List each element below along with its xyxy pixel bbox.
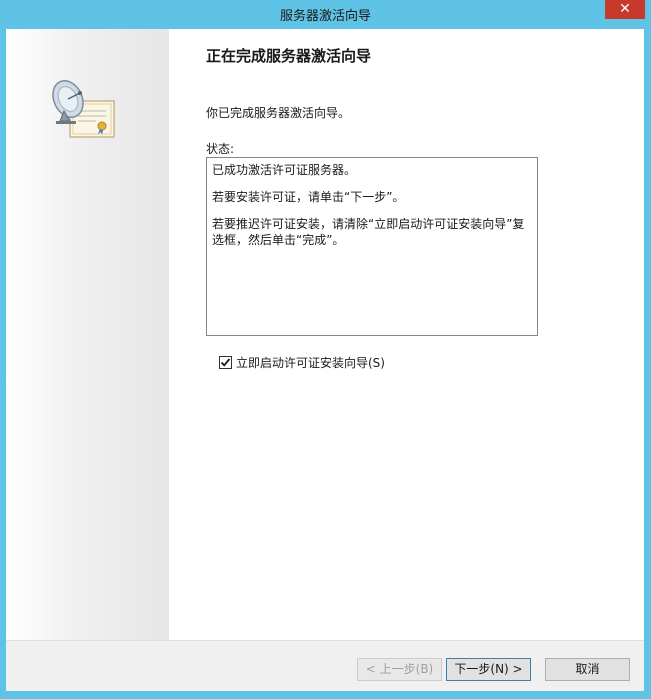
next-button[interactable]: 下一步(N) > (446, 658, 531, 681)
status-line: 若要安装许可证，请单击“下一步”。 (212, 190, 405, 204)
close-button[interactable]: ✕ (605, 0, 645, 19)
content-panel: 正在完成服务器激活向导 你已完成服务器激活向导。 状态: 已成功激活许可证服务器… (169, 29, 644, 640)
button-bar: < 上一步(B) 下一步(N) > 取消 (6, 640, 644, 691)
title-bar[interactable]: 服务器激活向导 ✕ (0, 0, 651, 28)
status-label: 状态: (206, 142, 235, 156)
page-title: 正在完成服务器激活向导 (206, 47, 372, 65)
launch-install-wizard-checkbox[interactable] (219, 355, 232, 369)
status-line: 若要推迟许可证安装，请清除“立即启动许可证安装向导”复选框，然后单击“完成”。 (212, 217, 525, 247)
status-textbox[interactable]: 已成功激活许可证服务器。 若要安装许可证，请单击“下一步”。 若要推迟许可证安装… (206, 157, 538, 336)
checkmark-icon (220, 357, 231, 367)
launch-install-wizard-label[interactable]: 立即启动许可证安装向导(S) (236, 354, 385, 371)
side-panel (6, 29, 169, 640)
status-line: 已成功激活许可证服务器。 (212, 163, 357, 177)
intro-text: 你已完成服务器激活向导。 (206, 106, 351, 120)
wizard-window: 服务器激活向导 ✕ 正在完成服务器激活向导 你已完成服务器激活向导。 状态: 已… (0, 0, 651, 699)
window-title: 服务器激活向导 (279, 9, 371, 24)
back-button[interactable]: < 上一步(B) (357, 658, 442, 681)
close-icon: ✕ (619, 1, 631, 17)
satellite-dish-certificate-icon (52, 80, 115, 138)
wizard-client-area: 正在完成服务器激活向导 你已完成服务器激活向导。 状态: 已成功激活许可证服务器… (6, 29, 644, 691)
launch-install-wizard-option[interactable]: 立即启动许可证安装向导(S) (219, 354, 385, 370)
cancel-button[interactable]: 取消 (545, 658, 630, 681)
